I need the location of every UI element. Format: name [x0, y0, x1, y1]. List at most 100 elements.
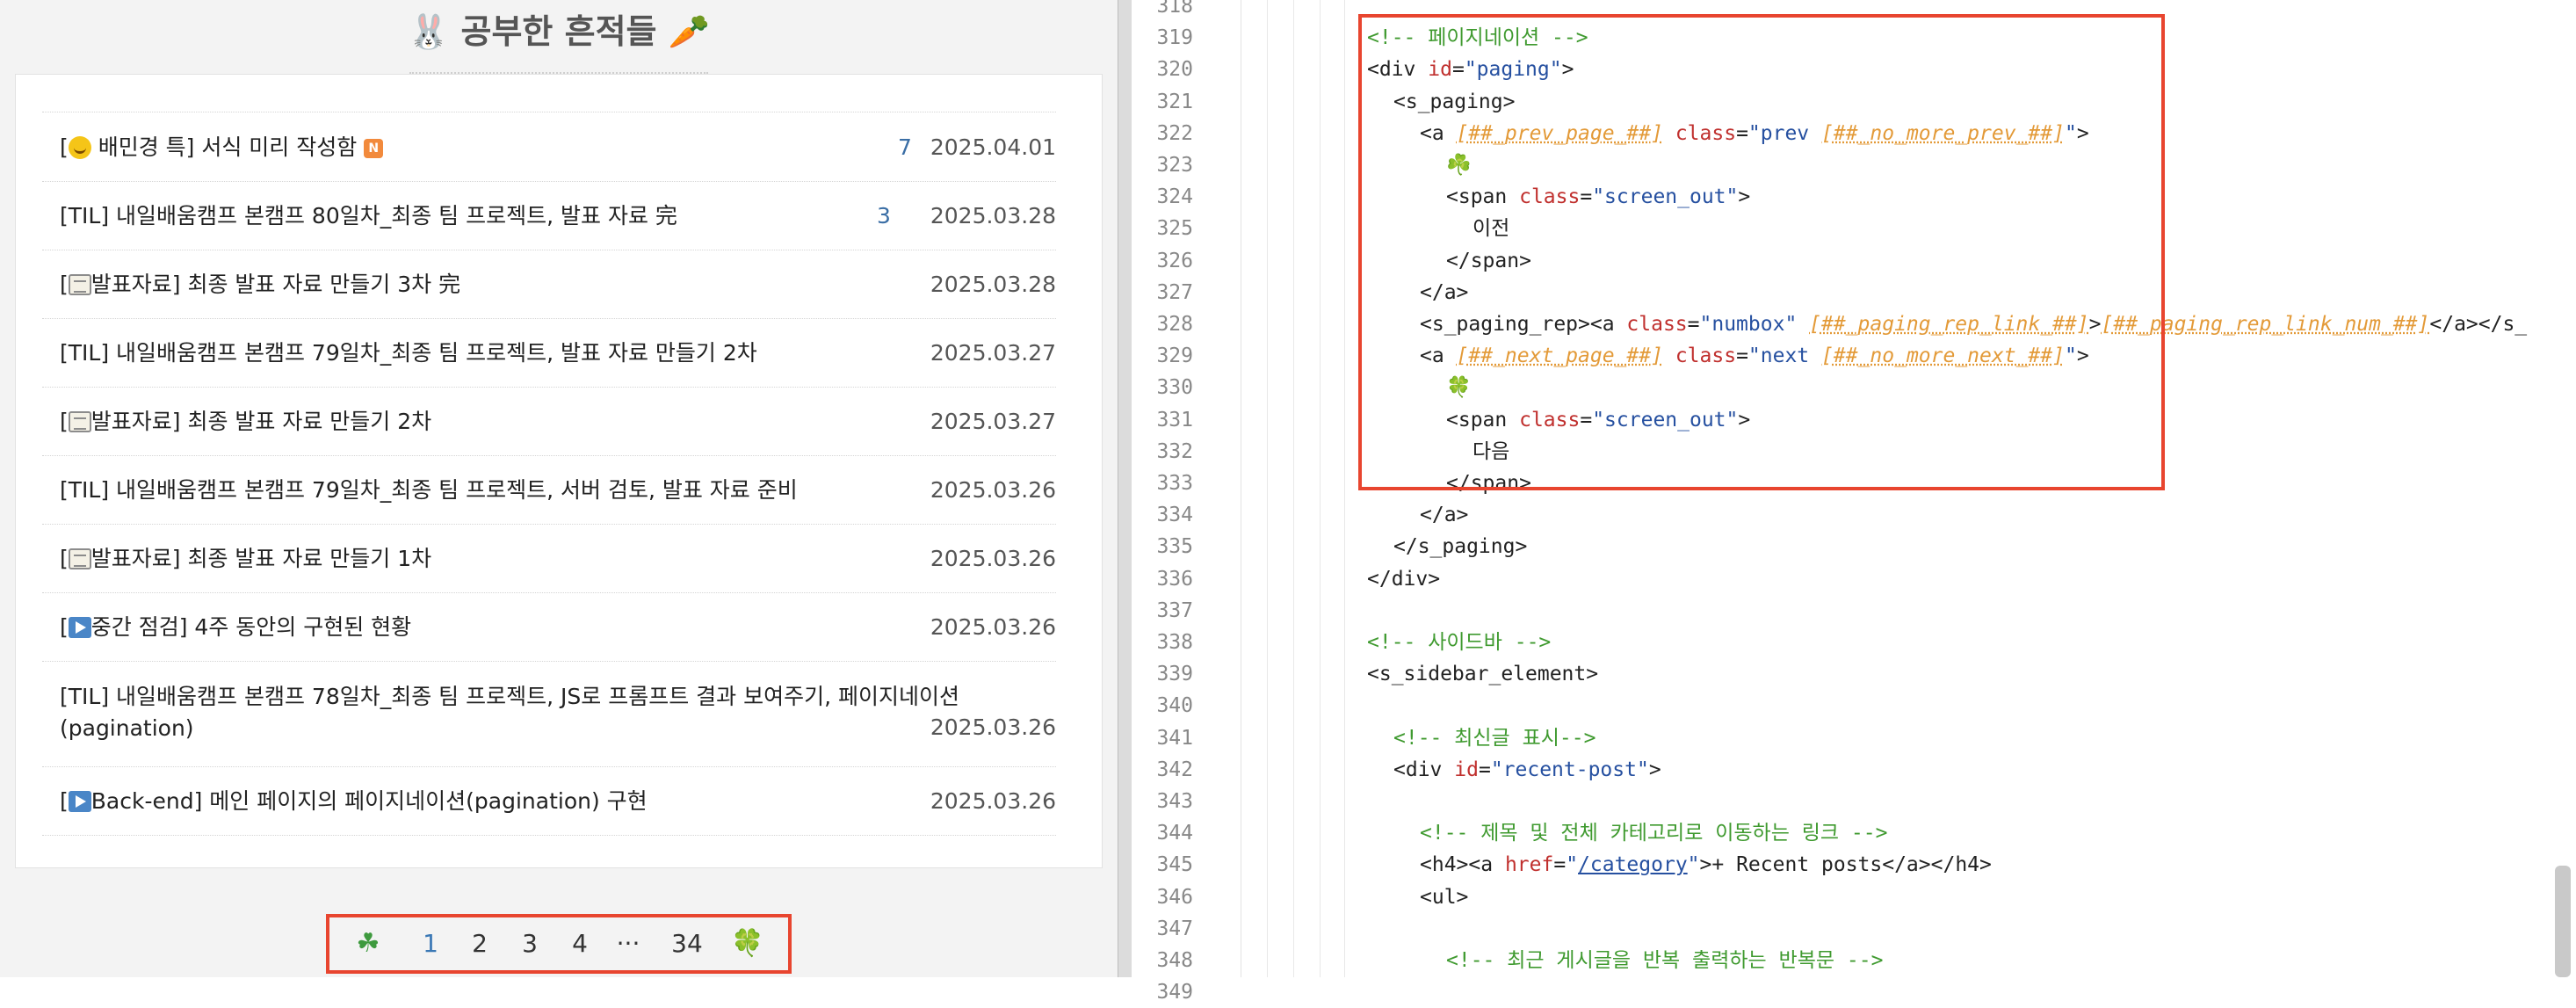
code-token: /category: [1578, 853, 1688, 876]
page-ellipsis: ···: [616, 929, 640, 958]
line-number: 339: [1156, 663, 1193, 685]
code-token: <h4><a: [1420, 853, 1505, 876]
post-title-link[interactable]: [TIL] 내일배움캠프 본캠프 80일차_최종 팀 프로젝트, 발표 자료 完: [60, 182, 677, 250]
post-title-text: [TIL] 내일배움캠프 본캠프 78일차_최종 팀 프로젝트, JS로 프롬프…: [60, 684, 959, 741]
code-line[interactable]: 343: [1132, 786, 2555, 817]
post-row[interactable]: [ 발표자료] 최종 발표 자료 만들기 3차 完 2025.03.28: [42, 250, 1056, 319]
code-line[interactable]: 339 <s_sidebar_element>: [1132, 658, 2555, 690]
code-line[interactable]: 335 </s_paging>: [1132, 531, 2555, 562]
line-number: 333: [1156, 472, 1193, 495]
code-text: <!-- 제목 및 전체 카테고리로 이동하는 링크 -->: [1420, 817, 1887, 849]
post-row[interactable]: [중간 점검] 4주 동안의 구현된 현황 2025.03.26: [42, 593, 1056, 662]
post-row[interactable]: [TIL] 내일배움캠프 본캠프 79일차_최종 팀 프로젝트, 발표 자료 만…: [42, 319, 1056, 388]
line-number: 326: [1156, 250, 1193, 272]
line-number: 337: [1156, 599, 1193, 622]
code-line[interactable]: 336 </div>: [1132, 563, 2555, 595]
post-title-link[interactable]: [TIL] 내일배움캠프 본캠프 79일차_최종 팀 프로젝트, 발표 자료 만…: [60, 319, 757, 388]
line-number: 343: [1156, 790, 1193, 813]
post-title-link[interactable]: [발표자료] 최종 발표 자료 만들기 2차: [60, 388, 431, 456]
code-line[interactable]: 334 </a>: [1132, 499, 2555, 531]
post-title-link[interactable]: [ 발표자료] 최종 발표 자료 만들기 3차 完: [60, 250, 460, 319]
post-date: 2025.03.28: [930, 203, 1056, 228]
line-number: 349: [1156, 981, 1193, 1004]
code-token: id: [1454, 758, 1479, 781]
next-page-clover-icon[interactable]: 🍀: [730, 917, 765, 970]
post-date: 2025.03.26: [930, 714, 1056, 740]
line-number: 323: [1156, 154, 1193, 177]
post-title-prefix: [: [60, 614, 69, 640]
code-token: href: [1504, 853, 1554, 876]
post-title-link[interactable]: [TIL] 내일배움캠프 본캠프 79일차_최종 팀 프로젝트, 서버 검토, …: [60, 456, 798, 525]
post-row[interactable]: [TIL] 내일배움캠프 본캠프 79일차_최종 팀 프로젝트, 서버 검토, …: [42, 456, 1056, 525]
post-title-link[interactable]: [TIL] 내일배움캠프 본캠프 78일차_최종 팀 프로젝트, JS로 프롬프…: [60, 681, 1044, 744]
code-line[interactable]: 340: [1132, 690, 2555, 722]
code-line[interactable]: 348 <!-- 최근 게시글을 반복 출력하는 반복문 -->: [1132, 945, 2555, 976]
code-line[interactable]: 347: [1132, 913, 2555, 945]
line-number: 330: [1156, 376, 1193, 399]
post-row[interactable]: [TIL] 내일배움캠프 본캠프 78일차_최종 팀 프로젝트, JS로 프롬프…: [42, 662, 1056, 767]
post-row[interactable]: [발표자료] 최종 발표 자료 만들기 2차 2025.03.27: [42, 388, 1056, 456]
code-line[interactable]: 344 <!-- 제목 및 전체 카테고리로 이동하는 링크 -->: [1132, 817, 2555, 849]
post-row[interactable]: [발표자료] 최종 발표 자료 만들기 1차 2025.03.26: [42, 525, 1056, 593]
line-number: 347: [1156, 917, 1193, 940]
line-number: 331: [1156, 409, 1193, 431]
post-title-prefix: [: [60, 409, 69, 434]
page-link-3[interactable]: 3: [517, 917, 543, 970]
post-title-text: 발표자료] 최종 발표 자료 만들기 3차 完: [90, 272, 461, 297]
memo-icon: [68, 411, 91, 432]
post-date: 2025.04.01: [930, 134, 1056, 160]
smiling-face-icon: [68, 136, 91, 159]
post-title-link[interactable]: [Back-end] 메인 페이지의 페이지네이션(pagination) 구현: [60, 767, 648, 836]
code-line[interactable]: 346 <ul>: [1132, 881, 2555, 913]
code-token: "recent-post": [1490, 758, 1649, 781]
code-line[interactable]: 342 <div id="recent-post">: [1132, 754, 2555, 786]
line-number: 334: [1156, 504, 1193, 526]
code-line[interactable]: 337: [1132, 595, 2555, 627]
code-token: <ul>: [1420, 886, 1469, 909]
line-number: 340: [1156, 694, 1193, 717]
code-line[interactable]: 349: [1132, 976, 2555, 1008]
post-title-link[interactable]: [ 배민경 특] 서식 미리 작성함 N: [60, 113, 384, 182]
post-title-link[interactable]: [중간 점검] 4주 동안의 구현된 현황: [60, 593, 411, 662]
scrollbar-thumb[interactable]: [2555, 866, 2571, 977]
line-number: 322: [1156, 122, 1193, 145]
comment-count[interactable]: 7: [898, 113, 912, 182]
code-text: <!-- 사이드바 -->: [1367, 627, 1551, 658]
post-date: 2025.03.27: [930, 409, 1056, 434]
line-number: 335: [1156, 535, 1193, 558]
code-line[interactable]: 338 <!-- 사이드바 -->: [1132, 627, 2555, 658]
code-line[interactable]: 345 <h4><a href="/category">+ Recent post…: [1132, 849, 2555, 881]
page-link-4[interactable]: 4: [567, 917, 593, 970]
post-date: 2025.03.27: [930, 340, 1056, 366]
code-token: <!-- 사이드바 -->: [1367, 631, 1552, 654]
post-row[interactable]: [ 배민경 특] 서식 미리 작성함 N 7 2025.04.01: [42, 113, 1056, 182]
blog-panel: 🐰 공부한 흔적들 🥕 [ 배민경 특] 서식 미리 작성함 N 7 2025.04.…: [0, 0, 1118, 977]
post-title-prefix: [: [60, 272, 69, 297]
page-link-34[interactable]: 34: [663, 917, 711, 970]
code-line[interactable]: 341 <!-- 최신글 표시-->: [1132, 722, 2555, 754]
code-text: <ul>: [1420, 881, 1468, 913]
code-token: <div: [1393, 758, 1455, 781]
code-text: <s_sidebar_element>: [1367, 658, 1598, 690]
line-number: 325: [1156, 217, 1193, 240]
line-number: 344: [1156, 822, 1193, 845]
post-title-link[interactable]: [발표자료] 최종 발표 자료 만들기 1차: [60, 525, 431, 593]
line-number: 342: [1156, 758, 1193, 781]
code-text: <!-- 최근 게시글을 반복 출력하는 반복문 -->: [1446, 945, 1883, 976]
line-number: 346: [1156, 886, 1193, 909]
post-row[interactable]: [TIL] 내일배움캠프 본캠프 80일차_최종 팀 프로젝트, 발표 자료 完…: [42, 182, 1056, 250]
code-token: ": [1687, 853, 1700, 876]
line-number: 338: [1156, 631, 1193, 654]
post-date: 2025.03.26: [930, 546, 1056, 571]
page-link-2[interactable]: 2: [467, 917, 493, 970]
comment-count[interactable]: 3: [877, 182, 891, 250]
panel-splitter[interactable]: [1118, 0, 1132, 977]
post-date: 2025.03.28: [930, 272, 1056, 297]
post-row[interactable]: [Back-end] 메인 페이지의 페이지네이션(pagination) 구현…: [42, 767, 1056, 836]
line-number: 348: [1156, 949, 1193, 972]
prev-page-clover-icon[interactable]: ☘: [351, 917, 386, 970]
page-link-1[interactable]: 1: [417, 917, 444, 970]
code-text: </a>: [1420, 499, 1468, 531]
highlight-box-pagination-code: [1358, 14, 2165, 490]
post-title-text: 배민경 특] 서식 미리 작성함: [90, 134, 358, 160]
